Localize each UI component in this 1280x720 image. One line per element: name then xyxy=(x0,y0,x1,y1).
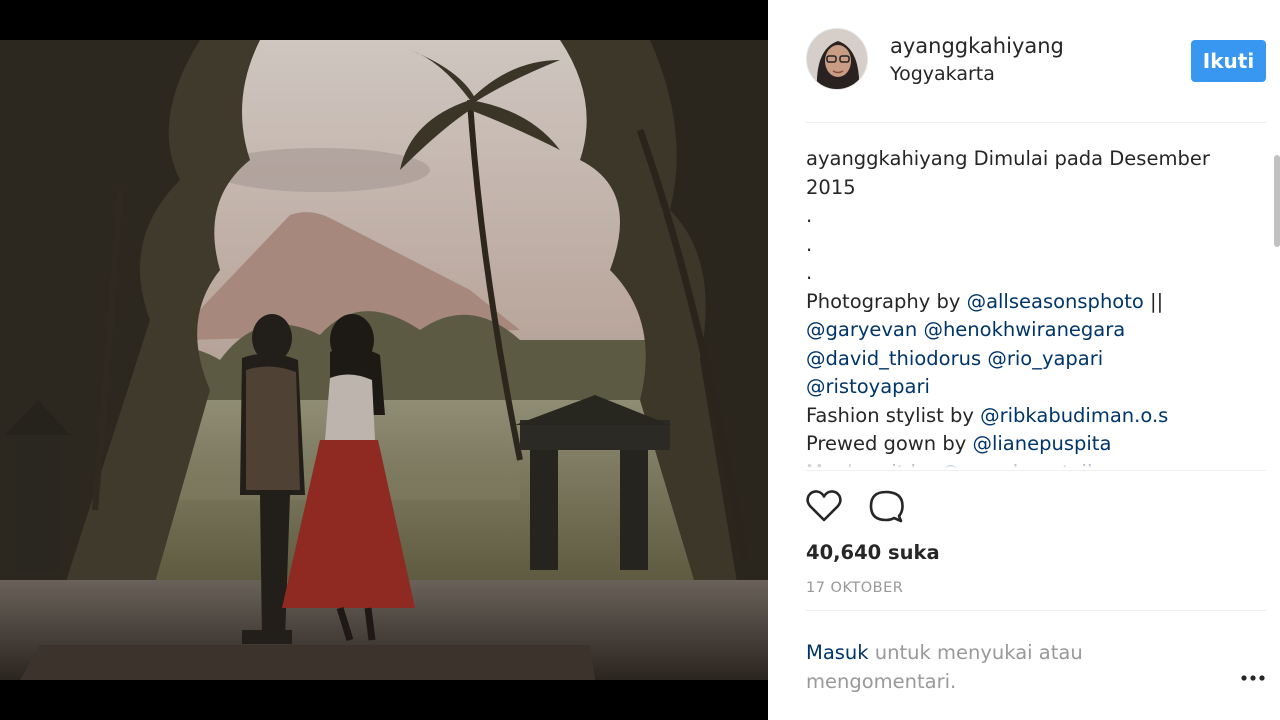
caption-line: . xyxy=(806,202,1236,231)
caption-text: ayanggkahiyang Dimulai pada Desember 2015… xyxy=(806,145,1236,468)
caption-mention-link[interactable]: @allseasonsphoto xyxy=(967,290,1144,313)
footer-divider xyxy=(806,610,1266,611)
avatar[interactable] xyxy=(806,28,868,90)
post-media[interactable] xyxy=(0,0,768,720)
speech-bubble-icon xyxy=(869,490,904,523)
caption-text-segment: . xyxy=(806,261,813,284)
caption-mention-link[interactable]: @david_thiodorus xyxy=(806,347,981,370)
instagram-post-view: ayanggkahiyang Yogyakarta Ikuti ayanggka… xyxy=(0,0,1280,720)
caption-divider xyxy=(806,470,1266,471)
caption-mention-link[interactable]: @ristoyapari xyxy=(806,375,930,398)
caption-text-segment: || xyxy=(1143,289,1164,313)
heart-outline-icon xyxy=(806,490,842,522)
caption-mention-link[interactable]: @lianepuspita xyxy=(972,432,1111,455)
caption-line: ayanggkahiyang Dimulai pada Desember xyxy=(806,145,1236,174)
caption-line: . xyxy=(806,259,1236,288)
like-count[interactable]: 40,640 suka xyxy=(806,541,940,564)
like-button[interactable] xyxy=(804,486,844,526)
caption-line: . xyxy=(806,231,1236,260)
post-photo[interactable] xyxy=(0,40,768,680)
caption-scrollbar[interactable] xyxy=(1274,130,1280,470)
login-prompt: Masuk untuk menyukai atau mengomentari. xyxy=(806,638,1136,696)
letterbox-bottom xyxy=(0,680,768,720)
comment-button[interactable] xyxy=(866,486,906,526)
caption-line: Fashion stylist by @ribkabudiman.o.s xyxy=(806,402,1236,431)
caption-line: @david_thiodorus @rio_yapari xyxy=(806,345,1236,374)
follow-button[interactable]: Ikuti xyxy=(1191,40,1266,82)
caption-username[interactable]: ayanggkahiyang xyxy=(806,147,967,170)
ellipsis-icon xyxy=(1241,675,1265,681)
caption-line: Prewed gown by @lianepuspita xyxy=(806,430,1236,459)
caption-fade xyxy=(806,458,1236,468)
caption-mention-link[interactable]: @henokhwiranegara xyxy=(923,318,1125,341)
caption-text-segment: 2015 xyxy=(806,175,856,199)
caption-mention-link[interactable]: @rio_yapari xyxy=(987,347,1103,370)
scrollbar-thumb[interactable] xyxy=(1274,155,1280,247)
letterbox-top xyxy=(0,0,768,40)
header-divider xyxy=(806,122,1266,123)
post-header: ayanggkahiyang Yogyakarta Ikuti xyxy=(768,0,1280,122)
caption-mention-link[interactable]: @ribkabudiman.o.s xyxy=(980,404,1168,427)
caption-text-segment: . xyxy=(806,204,813,227)
more-options-button[interactable] xyxy=(1238,666,1268,690)
caption-line: Photography by @allseasonsphoto || xyxy=(806,288,1236,317)
caption-line: 2015 xyxy=(806,174,1236,203)
post-side-panel: ayanggkahiyang Yogyakarta Ikuti ayanggka… xyxy=(768,0,1280,720)
caption-line: @garyevan @henokhwiranegara xyxy=(806,316,1236,345)
caption-text-segment: Fashion stylist by xyxy=(806,403,981,427)
caption-text-segment: Photography by xyxy=(806,289,967,313)
post-date[interactable]: 17 OKTOBER xyxy=(806,580,903,596)
caption-line: @ristoyapari xyxy=(806,373,1236,402)
username[interactable]: ayanggkahiyang xyxy=(890,34,1064,58)
avatar-image xyxy=(807,29,867,89)
caption-text-segment: . xyxy=(806,232,813,256)
caption-text-segment: Prewed gown by xyxy=(806,432,973,455)
caption-mention-link[interactable]: @garyevan xyxy=(806,318,917,341)
caption-text-segment: Dimulai pada Desember xyxy=(967,147,1210,170)
action-bar xyxy=(804,486,924,530)
location-link[interactable]: Yogyakarta xyxy=(890,63,995,85)
login-link[interactable]: Masuk xyxy=(806,641,869,664)
